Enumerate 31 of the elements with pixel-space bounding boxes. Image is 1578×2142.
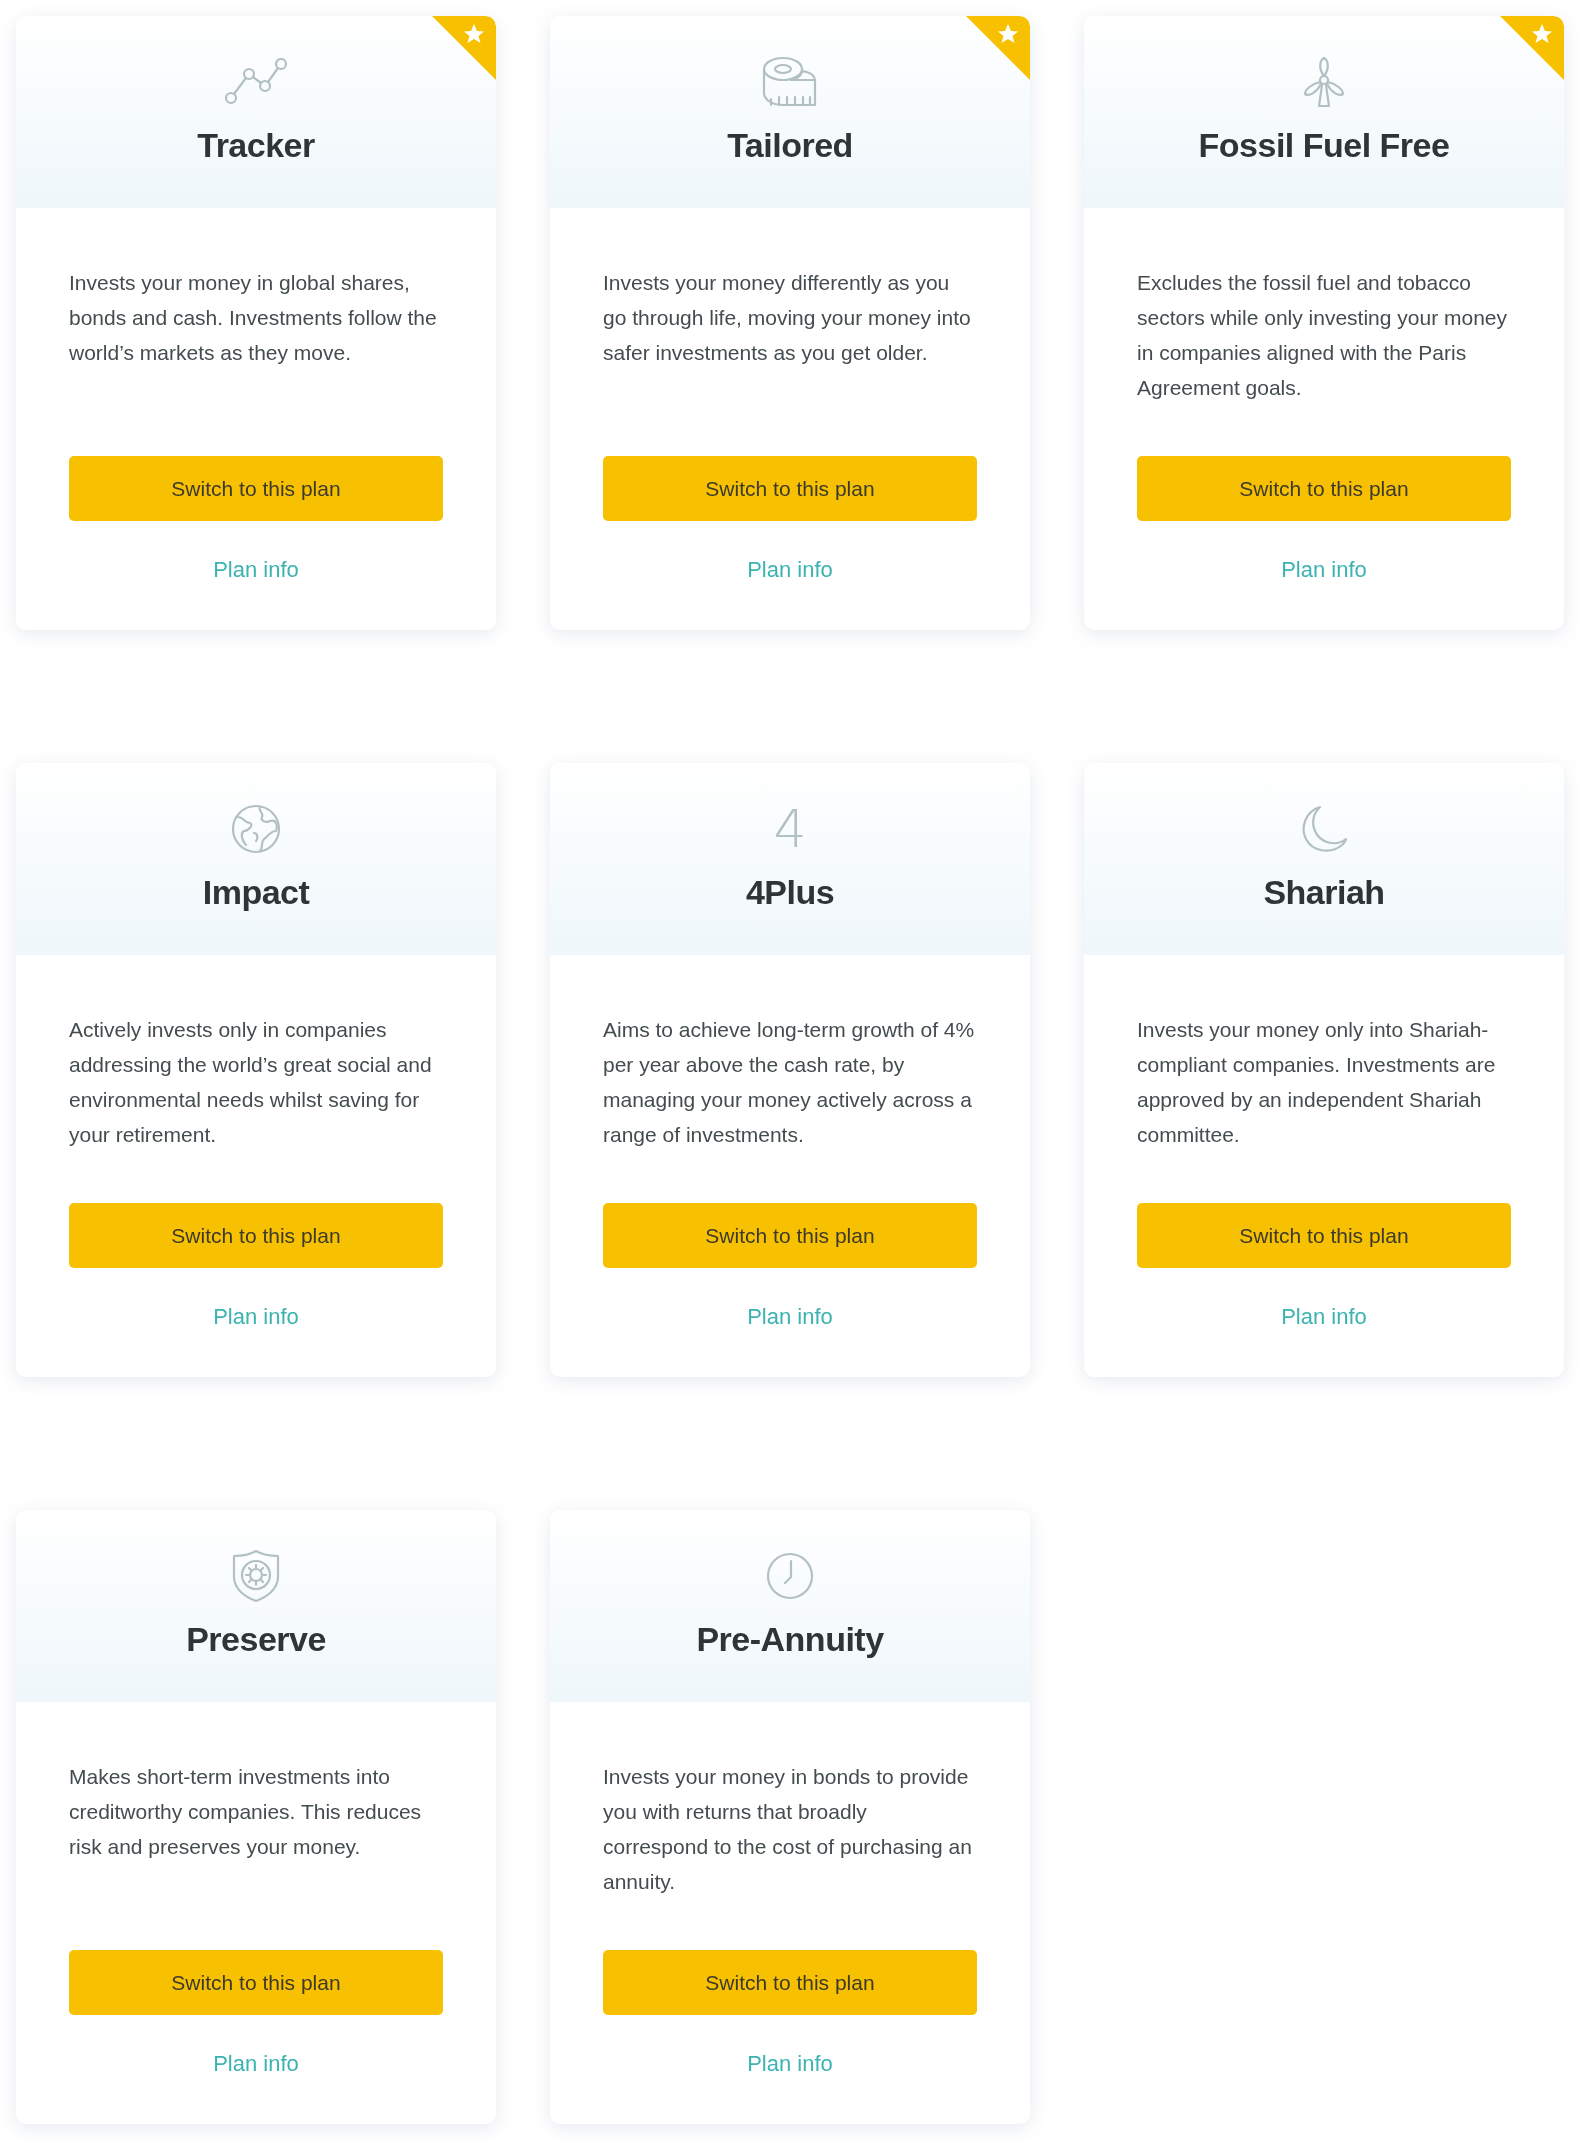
- switch-plan-button[interactable]: Switch to this plan: [1137, 1203, 1511, 1268]
- switch-plan-button[interactable]: Switch to this plan: [69, 1950, 443, 2015]
- switch-plan-button[interactable]: Switch to this plan: [69, 456, 443, 521]
- measuring-tape-icon: [761, 55, 819, 109]
- switch-plan-button[interactable]: Switch to this plan: [603, 1203, 977, 1268]
- switch-plan-button[interactable]: Switch to this plan: [69, 1203, 443, 1268]
- plan-title: Pre-Annuity: [696, 1620, 884, 1659]
- four-icon: 4: [773, 801, 807, 857]
- plan-description: Makes short-term investments into creditworthy companies. This reduces risk and preserves your money.: [69, 1764, 423, 1860]
- plan-description: Aims to achieve long-term growth of 4% per year above the cash rate, by managing your money actively across a range of investments.: [603, 1017, 976, 1148]
- plan-title: Tailored: [727, 126, 853, 165]
- plan-title: Tracker: [197, 126, 315, 165]
- plan-description: Invests your money in global shares, bonds and cash. Investments follow the world’s markets as they move.: [69, 270, 438, 366]
- plan-title: Fossil Fuel Free: [1198, 126, 1450, 165]
- wind-turbine-icon: [1301, 56, 1347, 108]
- plan-title: Preserve: [186, 1620, 326, 1659]
- shield-gear-icon: [231, 1549, 281, 1603]
- plan-title: 4Plus: [745, 873, 835, 912]
- plan-description: Actively invests only in companies addressing the world’s great social and environmental needs whilst saving for your retirement.: [69, 1017, 433, 1148]
- clock-icon: [765, 1551, 815, 1601]
- switch-plan-button[interactable]: Switch to this plan: [1137, 456, 1511, 521]
- switch-plan-button[interactable]: Switch to this plan: [603, 456, 977, 521]
- plan-description: Invests your money differently as you go through life, moving your money into safer investments as you get older.: [603, 270, 972, 366]
- plan-title: Impact: [202, 873, 310, 912]
- line-chart-icon: [223, 58, 289, 106]
- plan-description: Excludes the fossil fuel and tobacco sectors while only investing your money in companies aligned with the Paris Agreement goals.: [1137, 270, 1508, 401]
- plan-description: Invests your money in bonds to provide you with returns that broadly correspond to the cost of purchasing an annuity.: [603, 1764, 973, 1895]
- plan-title: Shariah: [1263, 873, 1385, 912]
- plan-description: Invests your money only into Shariah-compliant companies. Investments are approved by an independent Shariah committee.: [1137, 1017, 1497, 1148]
- switch-plan-button[interactable]: Switch to this plan: [603, 1950, 977, 2015]
- globe-icon: [230, 803, 282, 855]
